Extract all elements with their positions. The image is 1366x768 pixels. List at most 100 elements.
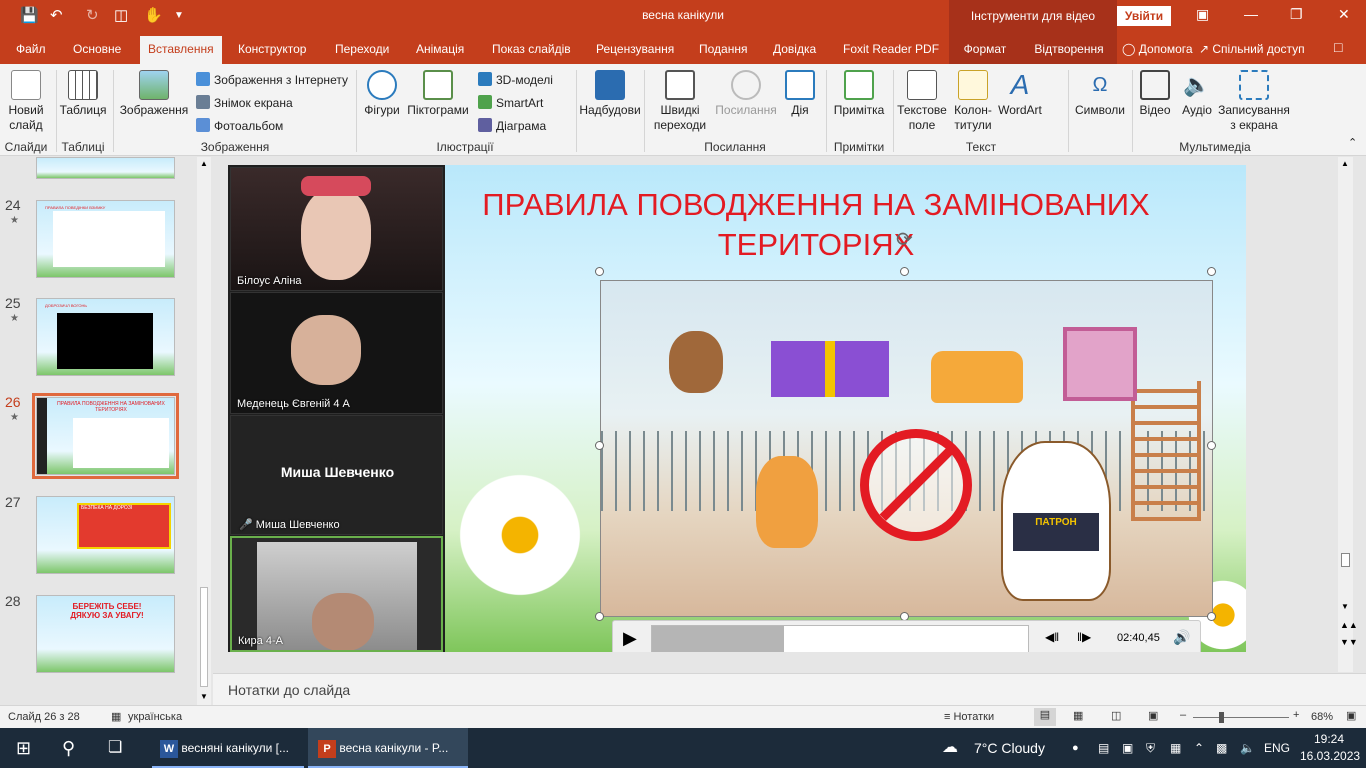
usb-tray-icon[interactable]: ▤ bbox=[1098, 728, 1109, 768]
tab-home[interactable]: Основне bbox=[73, 42, 121, 56]
zoom-slider[interactable] bbox=[1193, 717, 1289, 718]
slide-thumbnail-selected[interactable]: ПРАВИЛА ПОВОДЖЕННЯ НА ЗАМІНОВАНИХ ТЕРИТО… bbox=[32, 393, 179, 479]
share-button[interactable]: ↗ Спільний доступ bbox=[1199, 42, 1305, 56]
tray-app-icon[interactable]: ▦ bbox=[1170, 728, 1181, 768]
slide-title[interactable]: ПРАВИЛА ПОВОДЖЕННЯ НА ЗАМІНОВАНИХ ТЕРИТО… bbox=[446, 185, 1186, 265]
next-slide-icon[interactable]: ▼▼ bbox=[1340, 637, 1358, 647]
clock[interactable]: 19:24 16.03.2023 bbox=[1300, 731, 1360, 765]
signin-button[interactable]: Увійти bbox=[1117, 6, 1171, 26]
volume-tray-icon[interactable]: 🔈 bbox=[1240, 728, 1255, 768]
video-button[interactable]: Відео bbox=[1136, 70, 1174, 118]
scroll-up-icon[interactable]: ▲ bbox=[1341, 159, 1349, 168]
scroll-down-icon[interactable]: ▼ bbox=[200, 692, 208, 701]
symbols-button[interactable]: Ω Символи bbox=[1072, 70, 1128, 118]
slide-sorter-icon[interactable]: ▦ bbox=[1073, 709, 1083, 722]
shapes-button[interactable]: Фігури bbox=[360, 70, 404, 118]
icons-button[interactable]: Піктограми bbox=[404, 70, 472, 118]
online-pictures-button[interactable]: Зображення з Інтернету bbox=[196, 72, 348, 87]
audio-button[interactable]: 🔈 Аудіо bbox=[1176, 70, 1218, 118]
new-slide-button[interactable]: Новий слайд bbox=[4, 70, 48, 133]
tab-transitions[interactable]: Переходи bbox=[335, 42, 389, 56]
zoom-percent[interactable]: 68% bbox=[1311, 711, 1333, 723]
network-icon[interactable]: ▩ bbox=[1216, 728, 1227, 768]
header-footer-button[interactable]: Колон-титули bbox=[950, 70, 996, 133]
zoom-tray-icon[interactable]: ● bbox=[1072, 728, 1079, 768]
notes-toggle[interactable]: ≡ Нотатки bbox=[944, 711, 994, 723]
volume-icon[interactable]: 🔊 bbox=[1173, 629, 1190, 646]
ribbon-display-icon[interactable]: ▣ bbox=[1196, 6, 1209, 23]
task-view-icon[interactable]: ❏ bbox=[108, 728, 122, 768]
previous-slide-icon[interactable]: ▲▲ bbox=[1340, 620, 1358, 630]
collapse-ribbon-icon[interactable]: ⌃ bbox=[1348, 136, 1357, 149]
resize-handle[interactable] bbox=[595, 441, 604, 450]
resize-handle[interactable] bbox=[900, 267, 909, 276]
zoom-in-icon[interactable]: + bbox=[1293, 709, 1299, 721]
comments-icon[interactable]: □ bbox=[1334, 39, 1342, 55]
search-icon[interactable]: ⚲ bbox=[62, 728, 75, 768]
tab-review[interactable]: Рецензування bbox=[596, 42, 674, 56]
zoom-out-icon[interactable]: – bbox=[1180, 709, 1186, 721]
zoom-slider-thumb[interactable] bbox=[1219, 712, 1224, 723]
security-tray-icon[interactable]: ⛨ bbox=[1146, 728, 1155, 768]
tab-format[interactable]: Формат bbox=[949, 32, 1021, 64]
tab-foxit[interactable]: Foxit Reader PDF bbox=[843, 42, 939, 56]
scroll-thumb[interactable] bbox=[200, 587, 208, 687]
tab-help[interactable]: Довідка bbox=[773, 42, 816, 56]
slide-thumbnail-23[interactable] bbox=[36, 157, 175, 179]
current-slide[interactable]: ПРАВИЛА ПОВОДЖЕННЯ НА ЗАМІНОВАНИХ ТЕРИТО… bbox=[228, 165, 1246, 652]
windows-start-icon[interactable]: ⊞ bbox=[16, 728, 31, 768]
slide-thumbnail[interactable]: БЕЗПЕКА НА ДОРОЗІ bbox=[36, 496, 175, 574]
resize-handle[interactable] bbox=[595, 267, 604, 276]
fit-to-window-icon[interactable]: ▣ bbox=[1346, 709, 1356, 722]
zoom-button[interactable]: Швидкі переходи bbox=[648, 70, 712, 133]
participant-tile-active[interactable]: Кира 4-А bbox=[230, 536, 443, 652]
wordart-button[interactable]: A WordArt bbox=[996, 70, 1044, 118]
resize-handle[interactable] bbox=[595, 612, 604, 621]
slide-thumbnail[interactable]: ПРАВИЛА ПОВЕДІНКИ ВЗИМКУ bbox=[36, 200, 175, 278]
tab-insert[interactable]: Вставлення bbox=[140, 36, 222, 64]
photo-album-button[interactable]: Фотоальбом bbox=[196, 118, 283, 133]
screen-recording-button[interactable]: Записування з екрана bbox=[1218, 70, 1290, 133]
tab-playback[interactable]: Відтворення bbox=[1021, 32, 1117, 64]
participant-tile[interactable]: Меденець Євгеній 4 А bbox=[230, 292, 443, 414]
slide-thumbnail[interactable]: ДОБРОЗИЧЛ ВОГОНЬ bbox=[36, 298, 175, 376]
scroll-thumb[interactable] bbox=[1341, 553, 1350, 567]
weather-widget[interactable]: 7°C Cloudy bbox=[974, 728, 1045, 768]
participant-tile[interactable]: Миша Шевченко 🎤 Миша Шевченко bbox=[230, 415, 443, 535]
rotate-handle-icon[interactable]: ⟳ bbox=[896, 227, 913, 252]
language-tray[interactable]: ENG bbox=[1264, 728, 1290, 768]
taskbar-app-word[interactable]: W весняні канікули [... bbox=[152, 728, 304, 768]
slide-scrollbar[interactable]: ▲ ▼ ▲▲ ▼▼ bbox=[1338, 157, 1358, 672]
link-button[interactable]: Посилання bbox=[712, 70, 780, 118]
play-icon[interactable]: ▶ bbox=[623, 628, 637, 649]
action-button[interactable]: Дія bbox=[782, 70, 818, 118]
taskbar-app-powerpoint[interactable]: P весна канікули - P... bbox=[308, 728, 468, 768]
tab-file[interactable]: Файл bbox=[16, 42, 46, 56]
scroll-down-icon[interactable]: ▼ bbox=[1341, 602, 1349, 611]
skip-back-icon[interactable]: ◀‖ bbox=[1045, 630, 1059, 644]
textbox-button[interactable]: Текстове поле bbox=[896, 70, 948, 133]
restore-icon[interactable]: ❐ bbox=[1290, 6, 1303, 23]
addins-button[interactable]: Надбудови bbox=[578, 70, 642, 118]
resize-handle[interactable] bbox=[1207, 612, 1216, 621]
participant-tile[interactable]: Білоус Аліна bbox=[230, 167, 443, 291]
normal-view-icon[interactable]: ▤ bbox=[1034, 708, 1056, 726]
slide-thumbnail[interactable]: БЕРЕЖІТЬ СЕБЕ! ДЯКУЮ ЗА УВАГУ! bbox=[36, 595, 175, 673]
minimize-icon[interactable]: — bbox=[1244, 6, 1258, 22]
3d-models-button[interactable]: 3D-моделі bbox=[478, 72, 553, 87]
chart-button[interactable]: Діаграма bbox=[478, 118, 546, 133]
tab-slideshow[interactable]: Показ слайдів bbox=[492, 42, 571, 56]
slideshow-view-icon[interactable]: ▣ bbox=[1148, 709, 1158, 722]
app-tray-icon[interactable]: ▣ bbox=[1122, 728, 1133, 768]
close-icon[interactable]: ✕ bbox=[1338, 6, 1350, 23]
spellcheck-icon[interactable]: ▦ bbox=[111, 710, 121, 723]
video-timeline[interactable] bbox=[651, 625, 1029, 652]
tab-animations[interactable]: Анімація bbox=[416, 42, 464, 56]
tab-view[interactable]: Подання bbox=[699, 42, 747, 56]
smartart-button[interactable]: SmartArt bbox=[478, 95, 543, 110]
resize-handle[interactable] bbox=[1207, 267, 1216, 276]
tab-design[interactable]: Конструктор bbox=[238, 42, 306, 56]
comment-button[interactable]: Примітка bbox=[830, 70, 888, 118]
reading-view-icon[interactable]: ◫ bbox=[1111, 709, 1121, 722]
embedded-video[interactable]: ПАТРОН bbox=[600, 280, 1213, 617]
